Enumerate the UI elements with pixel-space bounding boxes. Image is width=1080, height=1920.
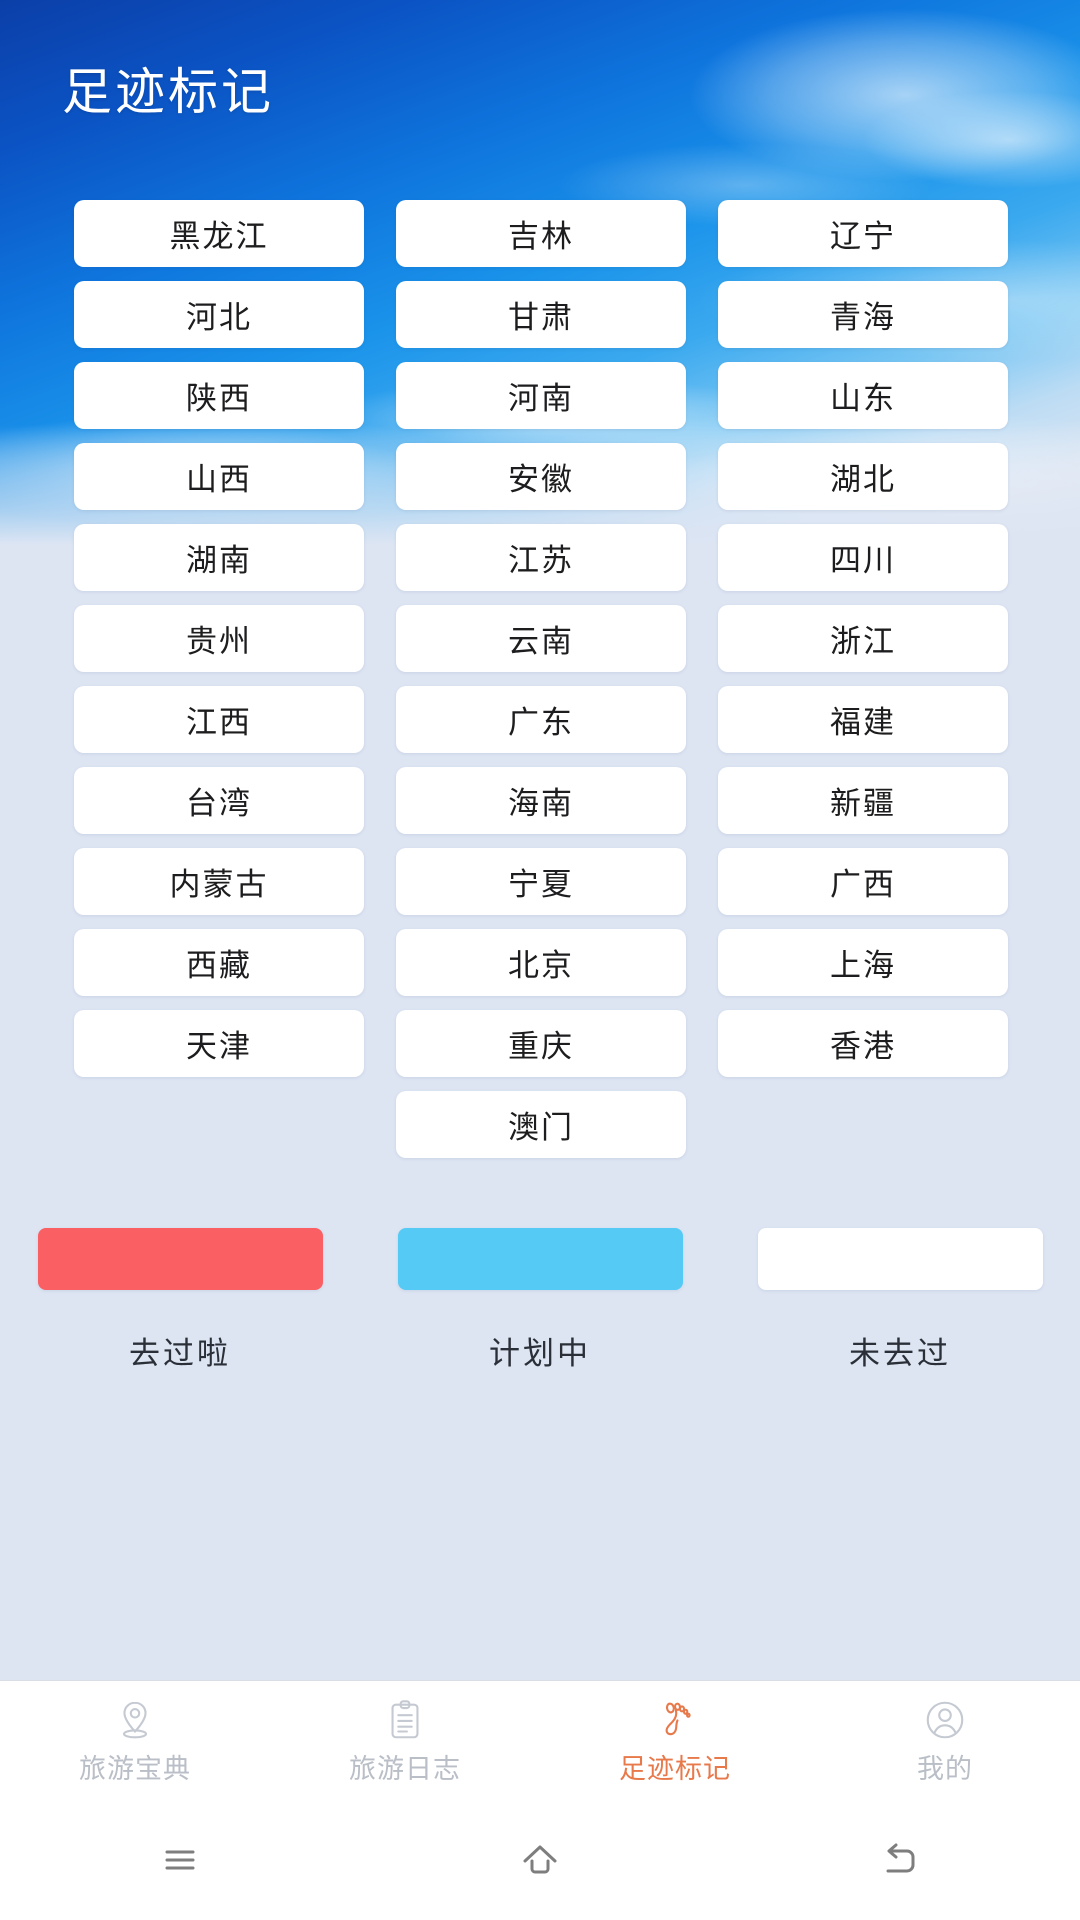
app-root: 足迹标记 黑龙江 吉林 辽宁河北 甘肃 青海陕西 河南 山东山西 安徽 湖北湖南 江苏 四川贵州 云南… bbox=[0, 0, 1080, 1920]
tab-footprint-marks[interactable]: 足迹标记 bbox=[540, 1681, 810, 1801]
province-grid: 黑龙江 吉林 辽宁 河北 甘肃 青海 陕西 河南 山东 山西 安徽 湖北 湖南 江苏 四川 贵州 云南 浙江 江西广… bbox=[74, 200, 1014, 1158]
province-button[interactable]: 上海 bbox=[718, 929, 1008, 996]
province-button[interactable]: 河南 bbox=[396, 362, 686, 429]
province-button[interactable]: 浙江 bbox=[718, 605, 1008, 672]
tab-travel-guide[interactable]: 旅游宝典 bbox=[0, 1681, 270, 1801]
province-button[interactable]: 福建 bbox=[718, 686, 1008, 753]
province-button[interactable]: 广西 bbox=[718, 848, 1008, 915]
province-button[interactable]: 北京 bbox=[396, 929, 686, 996]
province-button[interactable]: 海南 bbox=[396, 767, 686, 834]
tab-travel-journal[interactable]: 旅游日志 bbox=[270, 1681, 540, 1801]
province-button[interactable]: 新疆 bbox=[718, 767, 1008, 834]
tab-label: 旅游宝典 bbox=[79, 1753, 191, 1784]
clipboard-icon bbox=[382, 1697, 428, 1743]
system-navigation-bar bbox=[0, 1800, 1080, 1920]
province-button[interactable]: 吉林 bbox=[396, 200, 686, 267]
province-button[interactable]: 澳门 bbox=[396, 1091, 686, 1158]
province-button[interactable]: 四川 bbox=[718, 524, 1008, 591]
legend-swatch bbox=[397, 1228, 683, 1290]
legend: 去过啦 计划中 未去过 bbox=[0, 1228, 1080, 1373]
province-button[interactable]: 甘肃 bbox=[396, 281, 686, 348]
footprint-icon bbox=[652, 1697, 698, 1743]
tab-label: 足迹标记 bbox=[619, 1753, 731, 1784]
legend-swatch bbox=[37, 1228, 323, 1290]
back-button[interactable] bbox=[873, 1833, 927, 1887]
province-button[interactable]: 云南 bbox=[396, 605, 686, 672]
province-button[interactable]: 江西 bbox=[74, 686, 364, 753]
province-button[interactable]: 湖北 bbox=[718, 443, 1008, 510]
tab-label: 旅游日志 bbox=[349, 1753, 461, 1784]
page-title: 足迹标记 bbox=[62, 64, 274, 120]
province-button[interactable]: 安徽 bbox=[396, 443, 686, 510]
province-button[interactable]: 贵州 bbox=[74, 605, 364, 672]
bottom-tab-bar: 旅游宝典 旅游日志 足迹标记 我的 bbox=[0, 1680, 1080, 1800]
home-button[interactable] bbox=[513, 1833, 567, 1887]
province-button[interactable]: 宁夏 bbox=[396, 848, 686, 915]
person-icon bbox=[922, 1697, 968, 1743]
province-button[interactable]: 台湾 bbox=[74, 767, 364, 834]
province-button[interactable]: 黑龙江 bbox=[74, 200, 364, 267]
legend-swatch bbox=[757, 1228, 1043, 1290]
legend-item: 去过啦 bbox=[0, 1228, 360, 1373]
province-button[interactable]: 广东 bbox=[396, 686, 686, 753]
province-button[interactable]: 河北 bbox=[74, 281, 364, 348]
province-button[interactable]: 江苏 bbox=[396, 524, 686, 591]
legend-item: 未去过 bbox=[720, 1228, 1080, 1373]
province-button[interactable]: 陕西 bbox=[74, 362, 364, 429]
province-button[interactable]: 山西 bbox=[74, 443, 364, 510]
recents-button[interactable] bbox=[155, 1835, 205, 1885]
province-button[interactable]: 内蒙古 bbox=[74, 848, 364, 915]
province-button[interactable]: 青海 bbox=[718, 281, 1008, 348]
legend-label: 去过啦 bbox=[129, 1336, 231, 1371]
province-button[interactable]: 西藏 bbox=[74, 929, 364, 996]
map-pin-icon bbox=[112, 1697, 158, 1743]
legend-item: 计划中 bbox=[360, 1228, 720, 1373]
legend-label: 未去过 bbox=[849, 1336, 951, 1371]
tab-label: 我的 bbox=[917, 1753, 973, 1784]
province-button[interactable]: 香港 bbox=[718, 1010, 1008, 1077]
legend-label: 计划中 bbox=[489, 1336, 591, 1371]
province-button[interactable]: 湖南 bbox=[74, 524, 364, 591]
province-button[interactable]: 辽宁 bbox=[718, 200, 1008, 267]
tab-profile[interactable]: 我的 bbox=[810, 1681, 1080, 1801]
province-button[interactable]: 重庆 bbox=[396, 1010, 686, 1077]
province-button[interactable]: 天津 bbox=[74, 1010, 364, 1077]
province-button[interactable]: 山东 bbox=[718, 362, 1008, 429]
